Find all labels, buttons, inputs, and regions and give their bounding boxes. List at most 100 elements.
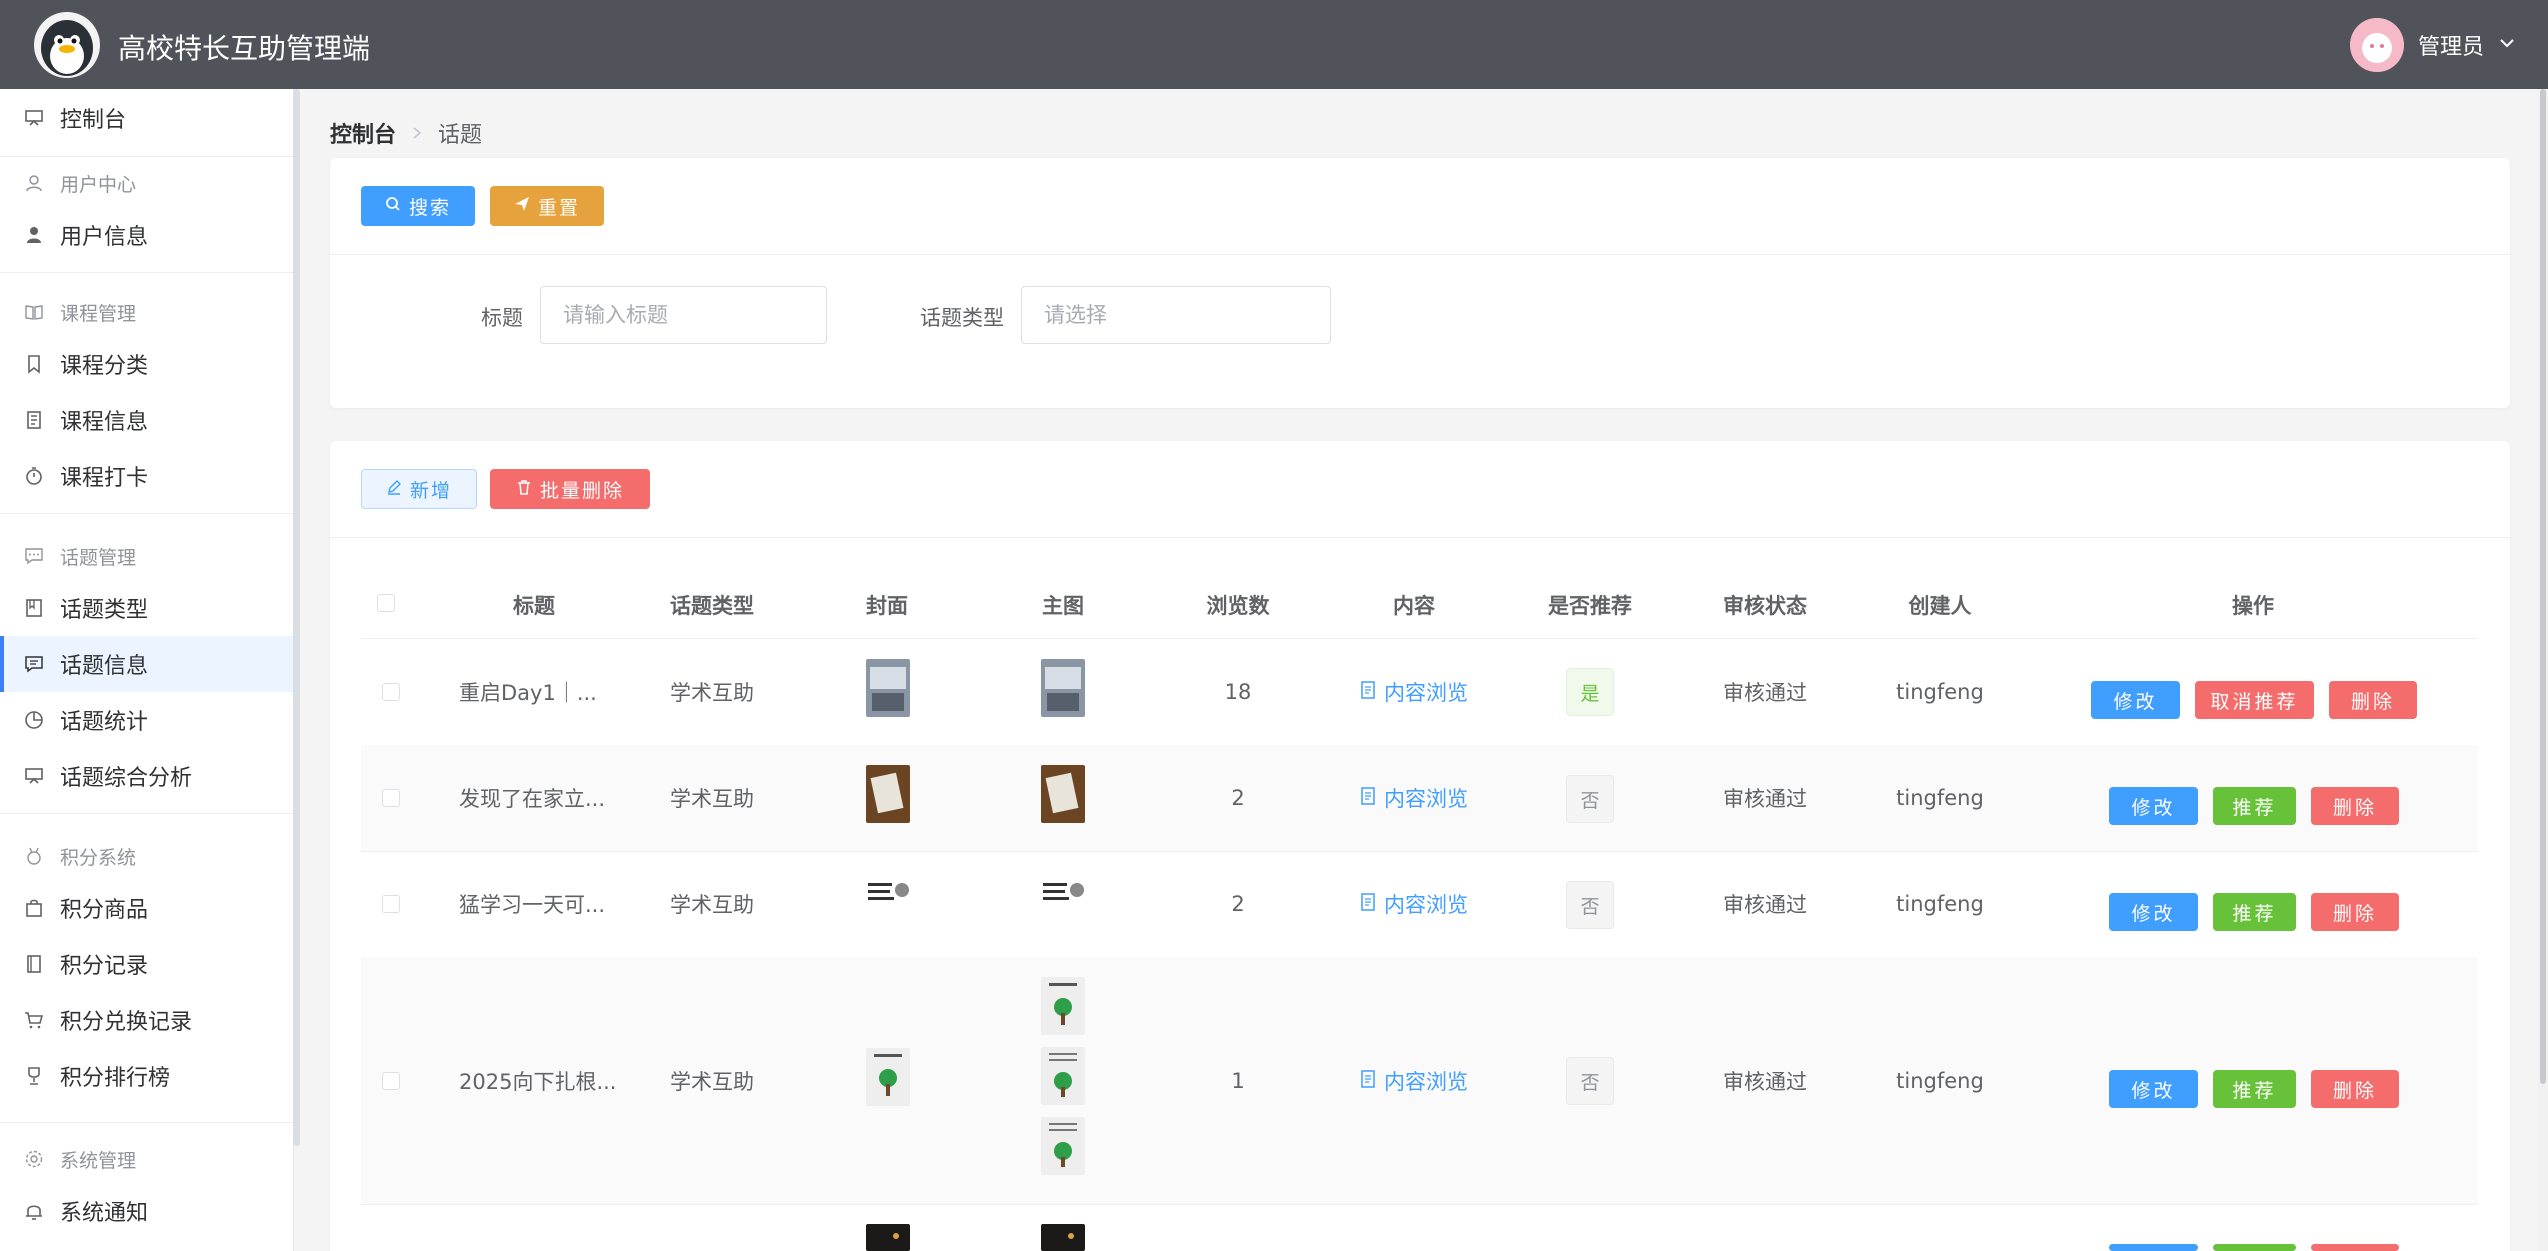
recommend-button[interactable]: 推荐 [2213, 1070, 2296, 1108]
sidebar-item-user-info[interactable]: 用户信息 [0, 207, 293, 263]
title-input[interactable] [540, 286, 827, 344]
main-image-thumbnail[interactable] [1041, 977, 1085, 1035]
cover-thumbnail[interactable] [866, 765, 910, 823]
main-image-thumbnail[interactable] [1041, 1117, 1085, 1175]
sidebar-item-points-goods[interactable]: 积分商品 [0, 880, 293, 936]
user-menu[interactable]: 管理员 [2349, 18, 2516, 72]
content-preview-link[interactable]: 内容浏览 [1360, 783, 1468, 813]
select-all-checkbox[interactable] [377, 594, 395, 612]
row-type: 学术互助 [670, 681, 754, 705]
row-checkbox[interactable] [382, 683, 400, 701]
column-header-type[interactable]: 话题类型 [670, 590, 754, 620]
edit-button[interactable]: 修改 [2109, 787, 2198, 825]
sidebar-item-points-record[interactable]: 积分记录 [0, 936, 293, 992]
main-image-thumbnail[interactable] [1041, 765, 1085, 823]
document-icon [1360, 786, 1376, 810]
edit-button[interactable]: 修改 [2091, 681, 2180, 719]
row-creator: tingfeng [1896, 786, 1984, 810]
recommend-button[interactable]: 推荐 [2213, 787, 2296, 825]
cover-thumbnail[interactable] [866, 1048, 910, 1106]
row-status: 审核通过 [1723, 681, 1807, 705]
sidebar-item-points-ranking[interactable]: 积分排行榜 [0, 1048, 293, 1104]
document-icon [1360, 680, 1376, 704]
sidebar: 控制台 用户中心 用户信息 课程管理 课程分类 课程信息 课程打卡 话题管理 话… [0, 89, 294, 1251]
row-checkbox[interactable] [382, 1072, 400, 1090]
row-checkbox[interactable] [382, 789, 400, 807]
user-name: 管理员 [2417, 35, 2484, 60]
delete-button[interactable]: 删除 [2329, 681, 2417, 719]
sidebar-group-user-center: 用户中心 [0, 163, 293, 203]
content-preview-link[interactable]: 内容浏览 [1360, 889, 1468, 919]
sidebar-item-points-exchange[interactable]: 积分兑换记录 [0, 992, 293, 1048]
main-scrollbar[interactable] [2538, 89, 2548, 1251]
sidebar-item-course-info[interactable]: 课程信息 [0, 392, 293, 448]
unrecommend-button[interactable]: 取消推荐 [2195, 681, 2314, 719]
bell-icon [24, 1201, 44, 1221]
row-type: 学术互助 [670, 1070, 754, 1094]
delete-button[interactable]: 删除 [2311, 893, 2399, 931]
sidebar-item-topic-type[interactable]: 话题类型 [0, 580, 293, 636]
book-open-icon [24, 302, 44, 322]
send-icon [514, 195, 530, 217]
row-type: 学术互助 [670, 893, 754, 917]
sidebar-item-system-notice[interactable]: 系统通知 [0, 1183, 293, 1239]
content-preview-link[interactable]: 内容浏览 [1360, 677, 1468, 707]
user-avatar [2349, 18, 2404, 72]
column-header-views[interactable]: 浏览数 [1207, 590, 1270, 620]
row-views: 1 [1231, 1069, 1245, 1093]
column-header-cover[interactable]: 封面 [866, 590, 908, 620]
cover-thumbnail[interactable] [866, 877, 910, 909]
batch-delete-button[interactable]: 批量删除 [490, 469, 650, 509]
sidebar-item-topic-analysis[interactable]: 话题综合分析 [0, 748, 293, 804]
trash-icon [516, 478, 532, 500]
sidebar-scrollbar[interactable] [293, 89, 300, 1146]
topic-type-select[interactable] [1021, 286, 1331, 344]
title-label: 标题 [481, 306, 523, 330]
edit-button[interactable]: 修改 [2109, 893, 2198, 931]
content-preview-link[interactable]: 内容浏览 [1360, 1066, 1468, 1096]
reset-button[interactable]: 重置 [490, 186, 604, 226]
add-button[interactable]: 新增 [361, 469, 477, 509]
medal-icon [24, 846, 44, 866]
search-button[interactable]: 搜索 [361, 186, 475, 226]
notebook-icon [24, 410, 44, 430]
column-header-title[interactable]: 标题 [513, 590, 555, 620]
chat-dots-icon [24, 546, 44, 566]
breadcrumb-home[interactable]: 控制台 [330, 117, 396, 149]
delete-button[interactable] [2311, 1244, 2399, 1251]
column-header-content[interactable]: 内容 [1393, 590, 1435, 620]
sidebar-item-course-checkin[interactable]: 课程打卡 [0, 448, 293, 504]
recommended-tag: 否 [1566, 881, 1614, 929]
sidebar-item-topic-info[interactable]: 话题信息 [0, 636, 293, 692]
delete-button[interactable]: 删除 [2311, 1070, 2399, 1108]
main-image-thumbnail[interactable] [1041, 1224, 1085, 1251]
recommend-button[interactable]: 推荐 [2213, 893, 2296, 931]
main-image-thumbnail[interactable] [1041, 1047, 1085, 1105]
edit-button[interactable] [2109, 1244, 2198, 1251]
sidebar-item-dashboard[interactable]: 控制台 [0, 90, 293, 146]
column-header-main-image[interactable]: 主图 [1042, 590, 1084, 620]
bookmark-icon [24, 354, 44, 374]
chat-square-icon [24, 654, 44, 674]
trophy-icon [24, 1066, 44, 1086]
recommended-tag: 否 [1566, 775, 1614, 823]
main-image-thumbnail[interactable] [1041, 877, 1085, 909]
delete-button[interactable]: 删除 [2311, 787, 2399, 825]
column-header-creator[interactable]: 创建人 [1909, 590, 1972, 620]
main-image-thumbnail[interactable] [1041, 659, 1085, 717]
edit-button[interactable]: 修改 [2109, 1070, 2198, 1108]
column-header-status[interactable]: 审核状态 [1723, 590, 1807, 620]
app-title: 高校特长互助管理端 [118, 32, 371, 65]
sidebar-item-course-category[interactable]: 课程分类 [0, 336, 293, 392]
column-header-recommended[interactable]: 是否推荐 [1548, 590, 1632, 620]
sidebar-item-topic-stats[interactable]: 话题统计 [0, 692, 293, 748]
cover-thumbnail[interactable] [866, 659, 910, 717]
column-header-actions[interactable]: 操作 [2232, 590, 2274, 620]
row-checkbox[interactable] [382, 895, 400, 913]
search-card: 搜索 重置 标题 话题类型 [330, 158, 2510, 408]
gear-icon [24, 1149, 44, 1169]
user-icon [24, 225, 44, 245]
cover-thumbnail[interactable] [866, 1224, 910, 1251]
recommend-button[interactable] [2213, 1244, 2296, 1251]
notebook-icon [24, 598, 44, 618]
